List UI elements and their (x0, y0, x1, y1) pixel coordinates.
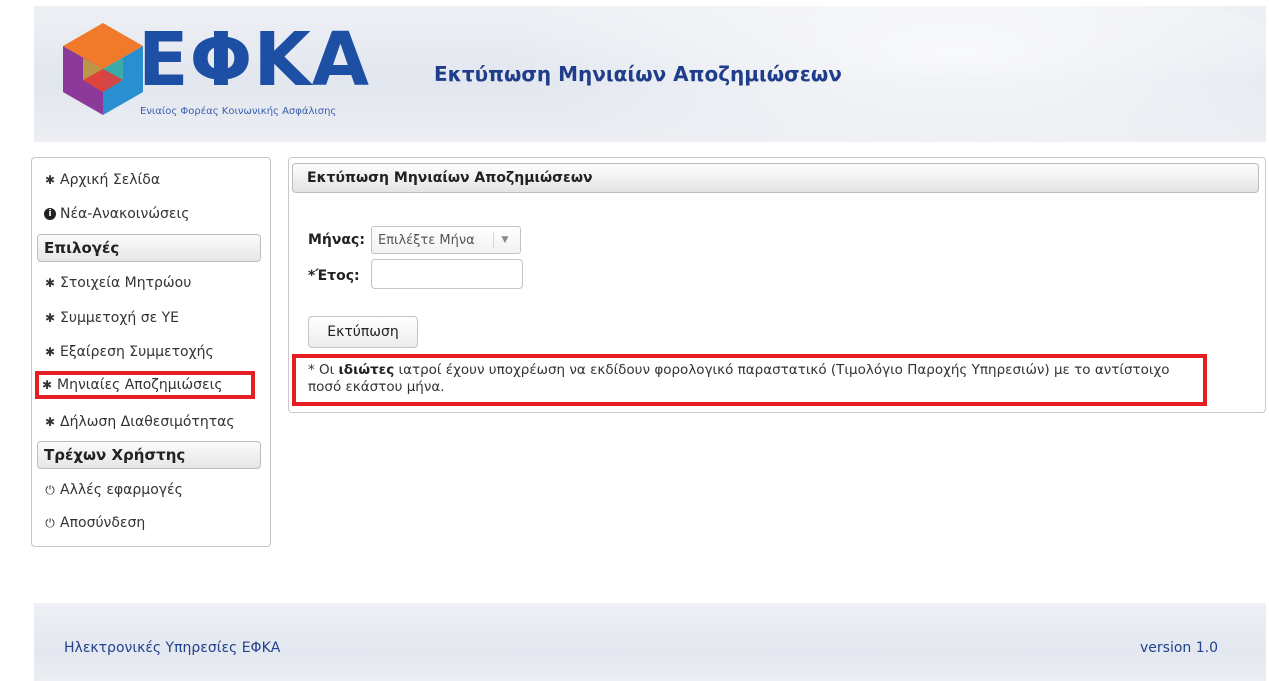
power-icon: ⏻ (45, 515, 55, 530)
year-input[interactable] (371, 259, 523, 289)
print-button[interactable]: Εκτύπωση (308, 316, 418, 348)
note-bold: ιδιώτες (338, 362, 395, 378)
gear-icon: ✱ (44, 345, 56, 359)
sidebar-item-label: Αλλές εφαρμογές (60, 482, 183, 498)
sidebar-section-current-user: Τρέχων Χρήστης (37, 441, 261, 469)
logo-wordmark: ΕΦΚΑ (138, 17, 371, 103)
gear-icon: ✱ (44, 311, 56, 325)
footer-bar: Ηλεκτρονικές Υπηρεσίες ΕΦΚΑ version 1.0 (34, 603, 1266, 681)
logo-subtitle: Ενιαίος Φορέας Κοινωνικής Ασφάλισης (140, 106, 337, 117)
sidebar-item-label: Συμμετοχή σε ΥΕ (60, 310, 180, 326)
sidebar-item-home[interactable]: ✱ Αρχική Σελίδα (44, 172, 160, 188)
year-label: *Έτος: (308, 268, 360, 284)
note-rest: ιατροί έχουν υποχρέωση να εκδίδουν φορολ… (308, 362, 1170, 395)
gear-icon: ✱ (44, 173, 56, 187)
sidebar-item-logout[interactable]: ⏻ Αποσύνδεση (44, 515, 145, 531)
header-banner: ΕΦΚΑ Ενιαίος Φορέας Κοινωνικής Ασφάλισης… (34, 6, 1266, 142)
panel-title: Εκτύπωση Μηνιαίων Αποζημιώσεων (292, 163, 1259, 193)
sidebar-item-label: Αποσύνδεση (60, 515, 146, 531)
sidebar-item-other-apps[interactable]: ⏻ Αλλές εφαρμογές (44, 482, 183, 498)
sidebar-item-label: Νέα-Ανακοινώσεις (60, 206, 190, 222)
sidebar-menu: ✱ Αρχική Σελίδα i Νέα-Ανακοινώσεις Επιλο… (31, 157, 271, 547)
chevron-down-icon: ▼ (493, 232, 516, 248)
month-select-value: Επιλέξτε Μήνα (378, 232, 475, 248)
gear-icon: ✱ (44, 276, 56, 290)
sidebar-item-exemption[interactable]: ✱ Εξαίρεση Συμμετοχής (44, 344, 214, 360)
sidebar-item-monthly-compensations[interactable]: ✱ Μηνιαίες Αποζημιώσεις (41, 377, 223, 393)
power-icon: ⏻ (45, 482, 55, 497)
main-panel: Εκτύπωση Μηνιαίων Αποζημιώσεων Μήνας: Επ… (288, 157, 1266, 413)
private-doctors-note: * Οι ιδιώτες ιατροί έχουν υποχρέωση να ε… (292, 354, 1207, 406)
header-title: Εκτύπωση Μηνιαίων Αποζημιώσεων (434, 62, 842, 86)
sidebar-item-registry[interactable]: ✱ Στοιχεία Μητρώου (44, 275, 191, 291)
month-label: Μήνας: (308, 232, 365, 248)
info-icon: i (44, 208, 56, 220)
gear-icon: ✱ (41, 378, 53, 392)
note-prefix: * Οι (308, 362, 339, 378)
sidebar-item-label: Εξαίρεση Συμμετοχής (60, 344, 214, 360)
sidebar-section-options: Επιλογές (37, 234, 261, 262)
month-select[interactable]: Επιλέξτε Μήνα ▼ (371, 226, 521, 254)
sidebar-item-label: Στοιχεία Μητρώου (60, 275, 192, 291)
sidebar-item-news[interactable]: i Νέα-Ανακοινώσεις (44, 206, 189, 222)
sidebar-item-label: Αρχική Σελίδα (60, 172, 161, 188)
footer-services-label: Ηλεκτρονικές Υπηρεσίες ΕΦΚΑ (64, 640, 281, 656)
gear-icon: ✱ (44, 415, 56, 429)
sidebar-item-label: Δήλωση Διαθεσιμότητας (60, 414, 235, 430)
sidebar-item-participation[interactable]: ✱ Συμμετοχή σε ΥΕ (44, 310, 179, 326)
sidebar-item-label: Μηνιαίες Αποζημιώσεις (57, 377, 223, 393)
footer-version: version 1.0 (1140, 640, 1218, 656)
sidebar-item-availability[interactable]: ✱ Δήλωση Διαθεσιμότητας (44, 414, 235, 430)
